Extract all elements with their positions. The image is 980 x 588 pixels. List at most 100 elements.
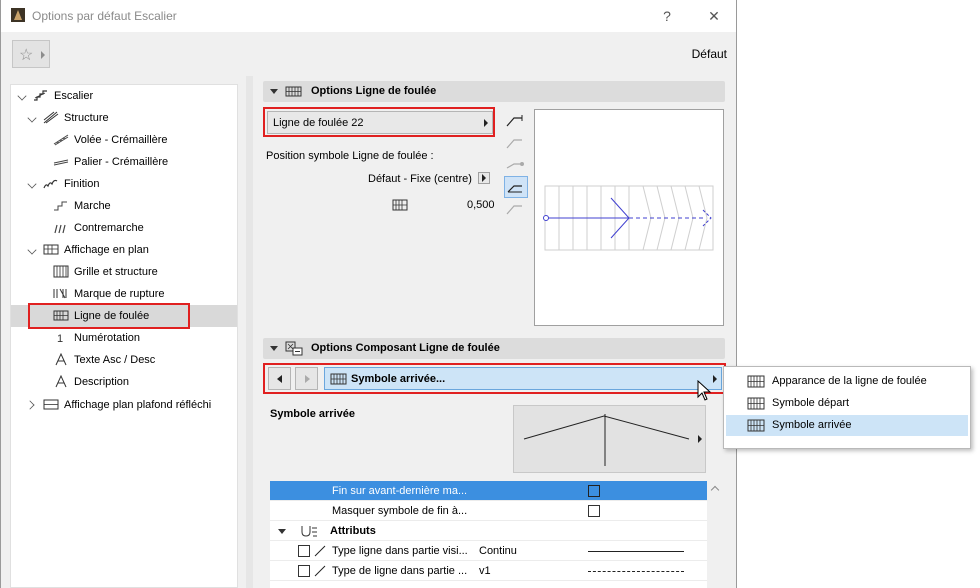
attribute-value: Continu bbox=[479, 545, 517, 557]
attribute-checkbox[interactable] bbox=[298, 565, 310, 577]
solid-line-preview bbox=[588, 551, 684, 552]
attributes-group-row[interactable]: Attributs bbox=[270, 521, 707, 541]
tree-item-label: Escalier bbox=[54, 90, 94, 102]
tree-item-numerotation[interactable]: 1 Numérotation bbox=[11, 327, 237, 349]
highlight-outline bbox=[28, 303, 190, 329]
collapse-triangle-icon[interactable] bbox=[270, 346, 278, 351]
attribute-row[interactable]: Type ligne dans partie visi... Continu bbox=[270, 541, 707, 561]
line-type-icon bbox=[314, 565, 326, 577]
walking-line-preview bbox=[534, 109, 724, 326]
riser-icon bbox=[54, 224, 66, 234]
walking-line-type-1-button[interactable] bbox=[504, 110, 528, 132]
flight-icon bbox=[53, 134, 69, 146]
stair-icon bbox=[34, 90, 47, 101]
chevron-down-icon[interactable] bbox=[27, 245, 37, 255]
menu-item-symbole-arrivee[interactable]: Symbole arrivée bbox=[726, 415, 968, 436]
walking-line-type-5-button[interactable] bbox=[504, 198, 528, 220]
tree-item-label: Finition bbox=[64, 178, 100, 190]
walking-line-type-4-button[interactable] bbox=[504, 176, 528, 198]
symbol-arrive-label: Symbole arrivée bbox=[270, 408, 355, 420]
position-menu-button[interactable] bbox=[478, 172, 490, 184]
chevron-down-icon[interactable] bbox=[27, 113, 37, 123]
svg-text:1: 1 bbox=[57, 333, 63, 344]
section-title: Options Composant Ligne de foulée bbox=[311, 342, 500, 354]
settings-tree: Escalier Structure Volée - Crémaillère P… bbox=[10, 84, 238, 588]
attribute-checkbox[interactable] bbox=[298, 545, 310, 557]
attribute-value: v1 bbox=[479, 565, 491, 577]
setting-row[interactable]: Fin sur avant-dernière ma... bbox=[270, 481, 707, 501]
plan-view-icon bbox=[43, 244, 59, 255]
setting-row[interactable]: Masquer symbole de fin à... bbox=[270, 501, 707, 521]
help-button[interactable]: ? bbox=[657, 6, 677, 26]
tree-item-texte-asc-desc[interactable]: Texte Asc / Desc bbox=[11, 349, 237, 371]
scroll-up-icon[interactable] bbox=[710, 485, 720, 495]
chevron-down-icon[interactable] bbox=[17, 91, 27, 101]
attributes-header: Attributs bbox=[330, 525, 376, 537]
walking-line-type-2-button[interactable] bbox=[504, 132, 528, 154]
stair-preview-drawing bbox=[543, 185, 714, 251]
menu-item-symbole-depart[interactable]: Symbole départ bbox=[726, 393, 968, 414]
menu-item-label: Symbole départ bbox=[772, 397, 850, 409]
position-value: Défaut - Fixe (centre) bbox=[368, 173, 472, 185]
attributes-icon bbox=[301, 526, 317, 537]
symbol-arrive-preview[interactable] bbox=[513, 405, 706, 473]
arrow-right-icon bbox=[698, 435, 702, 443]
menu-item-label: Symbole arrivée bbox=[772, 419, 852, 431]
chevron-right-icon[interactable] bbox=[25, 400, 35, 410]
close-button[interactable]: ✕ bbox=[704, 6, 724, 26]
collapse-triangle-icon[interactable] bbox=[270, 89, 278, 94]
tree-item-escalier[interactable]: Escalier bbox=[11, 85, 237, 107]
favorites-button[interactable]: ☆ bbox=[12, 40, 50, 68]
tree-item-palier[interactable]: Palier - Crémaillère bbox=[11, 151, 237, 173]
dashed-line-preview bbox=[588, 571, 684, 572]
arrow-right-icon bbox=[41, 51, 45, 59]
settings-scrollbar[interactable] bbox=[709, 481, 723, 588]
tree-item-volee[interactable]: Volée - Crémaillère bbox=[11, 129, 237, 151]
tree-item-contremarche[interactable]: Contremarche bbox=[11, 217, 237, 239]
tree-item-description[interactable]: Description bbox=[11, 371, 237, 393]
component-icon bbox=[285, 341, 303, 356]
line-style-icon bbox=[506, 139, 522, 149]
walking-line-type-3-button[interactable] bbox=[504, 154, 528, 176]
offset-value[interactable]: 0,500 bbox=[467, 199, 495, 211]
walking-line-icon bbox=[747, 419, 765, 432]
setting-checkbox[interactable] bbox=[588, 485, 600, 497]
attribute-row[interactable]: Type de ligne dans partie ... v1 bbox=[270, 561, 707, 581]
position-label: Position symbole Ligne de foulée : bbox=[266, 150, 434, 162]
window-title: Options par défaut Escalier bbox=[32, 9, 177, 23]
tree-item-label: Marche bbox=[74, 200, 111, 212]
tree-item-label: Numérotation bbox=[74, 332, 141, 344]
setting-label: Masquer symbole de fin à... bbox=[332, 505, 468, 517]
arrival-symbol-drawing bbox=[523, 414, 690, 466]
line-style-icon bbox=[506, 115, 523, 127]
section-header-options-composant[interactable]: Options Composant Ligne de foulée bbox=[263, 338, 725, 359]
arrow-right-icon bbox=[482, 174, 486, 182]
section-header-options-ligne[interactable]: Options Ligne de foulée bbox=[263, 81, 725, 102]
tree-item-marque-rupture[interactable]: Marque de rupture bbox=[11, 283, 237, 305]
defaut-label: Défaut bbox=[691, 47, 727, 61]
tree-item-finition[interactable]: Finition bbox=[11, 173, 237, 195]
tree-item-affichage-plafond[interactable]: Affichage plan plafond réfléchi bbox=[11, 394, 237, 416]
tree-item-label: Volée - Crémaillère bbox=[74, 134, 168, 146]
collapse-triangle-icon[interactable] bbox=[278, 529, 286, 534]
menu-item-label: Apparance de la ligne de foulée bbox=[772, 375, 927, 387]
ceiling-plan-icon bbox=[43, 399, 59, 410]
section-title: Options Ligne de foulée bbox=[311, 85, 437, 97]
landing-icon bbox=[53, 159, 69, 166]
tree-item-label: Marque de rupture bbox=[74, 288, 165, 300]
tree-item-label: Texte Asc / Desc bbox=[74, 354, 156, 366]
structure-icon bbox=[43, 111, 59, 124]
tree-item-marche[interactable]: Marche bbox=[11, 195, 237, 217]
walking-line-icon bbox=[747, 397, 765, 410]
tree-item-grille[interactable]: Grille et structure bbox=[11, 261, 237, 283]
menu-item-apparance[interactable]: Apparance de la ligne de foulée bbox=[726, 371, 968, 392]
tree-item-affichage-plan[interactable]: Affichage en plan bbox=[11, 239, 237, 261]
panel-splitter[interactable] bbox=[246, 76, 253, 588]
attribute-label: Type ligne dans partie visi... bbox=[332, 545, 468, 557]
line-type-icon bbox=[314, 545, 326, 557]
tree-item-label: Grille et structure bbox=[74, 266, 158, 278]
tree-item-structure[interactable]: Structure bbox=[11, 107, 237, 129]
chevron-down-icon[interactable] bbox=[27, 179, 37, 189]
tree-item-label: Palier - Crémaillère bbox=[74, 156, 169, 168]
setting-checkbox[interactable] bbox=[588, 505, 600, 517]
